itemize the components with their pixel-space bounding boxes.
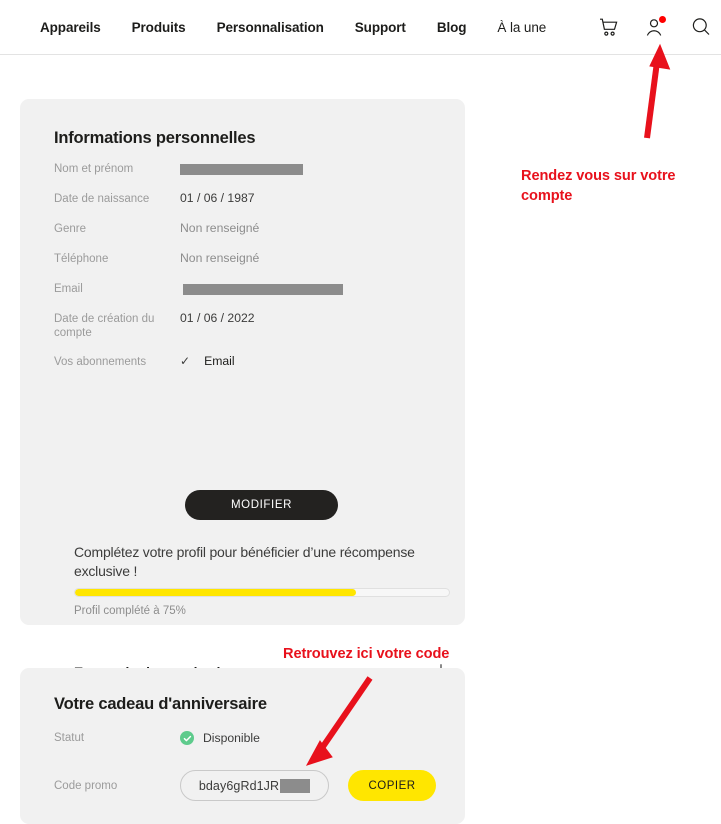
check-icon: ✓ bbox=[180, 354, 191, 368]
status-label: Statut bbox=[54, 732, 85, 744]
gift-row-status: Statut Disponible bbox=[54, 728, 444, 748]
nav-link-personnalisation[interactable]: Personnalisation bbox=[217, 20, 324, 35]
copy-button[interactable]: COPIER bbox=[348, 770, 436, 801]
personal-info-list: Nom et prénom Date de naissance 01 / 06 … bbox=[54, 161, 434, 384]
nav-link-a-la-une[interactable]: À la une bbox=[497, 20, 546, 35]
nav-link-blog[interactable]: Blog bbox=[437, 20, 467, 35]
notification-dot bbox=[659, 16, 666, 23]
annotation-account-text: Rendez vous sur votre compte bbox=[521, 168, 676, 204]
modify-button[interactable]: MODIFIER bbox=[185, 490, 338, 520]
subscriptions-value: ✓ Email bbox=[180, 354, 235, 368]
info-row-subscriptions: Vos abonnements ✓ Email bbox=[54, 354, 434, 370]
info-value: Non renseigné bbox=[180, 221, 260, 235]
info-value: Non renseigné bbox=[180, 251, 260, 265]
info-label: Date de création du compte bbox=[54, 313, 155, 339]
info-row-name: Nom et prénom bbox=[54, 161, 434, 177]
info-value: 01 / 06 / 2022 bbox=[180, 311, 255, 325]
info-label: Nom et prénom bbox=[54, 163, 134, 175]
info-label: Email bbox=[54, 283, 83, 295]
check-circle-icon bbox=[180, 731, 194, 745]
promo-code-label: Code promo bbox=[54, 779, 118, 792]
profile-completion-label: Profil complété à 75% bbox=[74, 605, 186, 617]
info-row-birthdate: Date de naissance 01 / 06 / 1987 bbox=[54, 191, 434, 207]
redaction-block-promo-code bbox=[280, 778, 311, 793]
reward-promo-text: Complétez votre profil pour bénéficier d… bbox=[74, 544, 415, 579]
subscription-channel-label: Email bbox=[204, 354, 235, 368]
progress-fill bbox=[75, 589, 356, 596]
nav-icons bbox=[597, 0, 713, 54]
info-label: Téléphone bbox=[54, 253, 109, 265]
status-text: Disponible bbox=[203, 731, 260, 745]
status-badge: Disponible bbox=[180, 731, 260, 745]
info-value: 01 / 06 / 1987 bbox=[180, 191, 255, 205]
gift-card-title: Votre cadeau d'anniversaire bbox=[54, 695, 267, 713]
annotation-code-text: Retrouvez ici votre code bbox=[283, 646, 450, 662]
promo-code-value: bday6gRd1JR bbox=[198, 778, 280, 793]
redaction-block-email bbox=[183, 284, 343, 296]
nav-link-support[interactable]: Support bbox=[355, 20, 406, 35]
cart-icon[interactable] bbox=[597, 15, 621, 39]
top-navigation-bar: Appareils Produits Personnalisation Supp… bbox=[0, 0, 721, 55]
gift-details-list: Statut Disponible Code promo bday6gRd1JR… bbox=[54, 728, 444, 801]
personal-information-card: Informations personnelles Nom et prénom … bbox=[20, 99, 465, 703]
search-icon[interactable] bbox=[689, 15, 713, 39]
info-row-email: Email bbox=[54, 281, 434, 297]
info-label: Vos abonnements bbox=[54, 356, 147, 368]
gift-row-promo-code: Code promo bday6gRd1JR COPIER bbox=[54, 770, 444, 801]
promo-code-field[interactable]: bday6gRd1JR bbox=[180, 770, 329, 801]
info-label: Date de naissance bbox=[54, 193, 150, 205]
birthday-gift-card: Votre cadeau d'anniversaire Statut Dispo… bbox=[20, 668, 465, 824]
info-value bbox=[180, 161, 303, 176]
redaction-block-name bbox=[180, 164, 303, 176]
nav-links: Appareils Produits Personnalisation Supp… bbox=[40, 0, 546, 54]
info-row-phone: Téléphone Non renseigné bbox=[54, 251, 434, 267]
account-icon[interactable] bbox=[643, 15, 667, 39]
info-row-gender: Genre Non renseigné bbox=[54, 221, 434, 237]
nav-link-appareils[interactable]: Appareils bbox=[40, 20, 101, 35]
info-value bbox=[180, 281, 343, 296]
profile-completion-progressbar bbox=[74, 588, 450, 597]
info-label: Genre bbox=[54, 223, 86, 235]
page-title: Informations personnelles bbox=[54, 129, 256, 147]
nav-link-produits[interactable]: Produits bbox=[132, 20, 186, 35]
info-row-account-creation-date: Date de création du compte 01 / 06 / 202… bbox=[54, 311, 434, 340]
annotation-arrow-to-account bbox=[644, 43, 671, 139]
